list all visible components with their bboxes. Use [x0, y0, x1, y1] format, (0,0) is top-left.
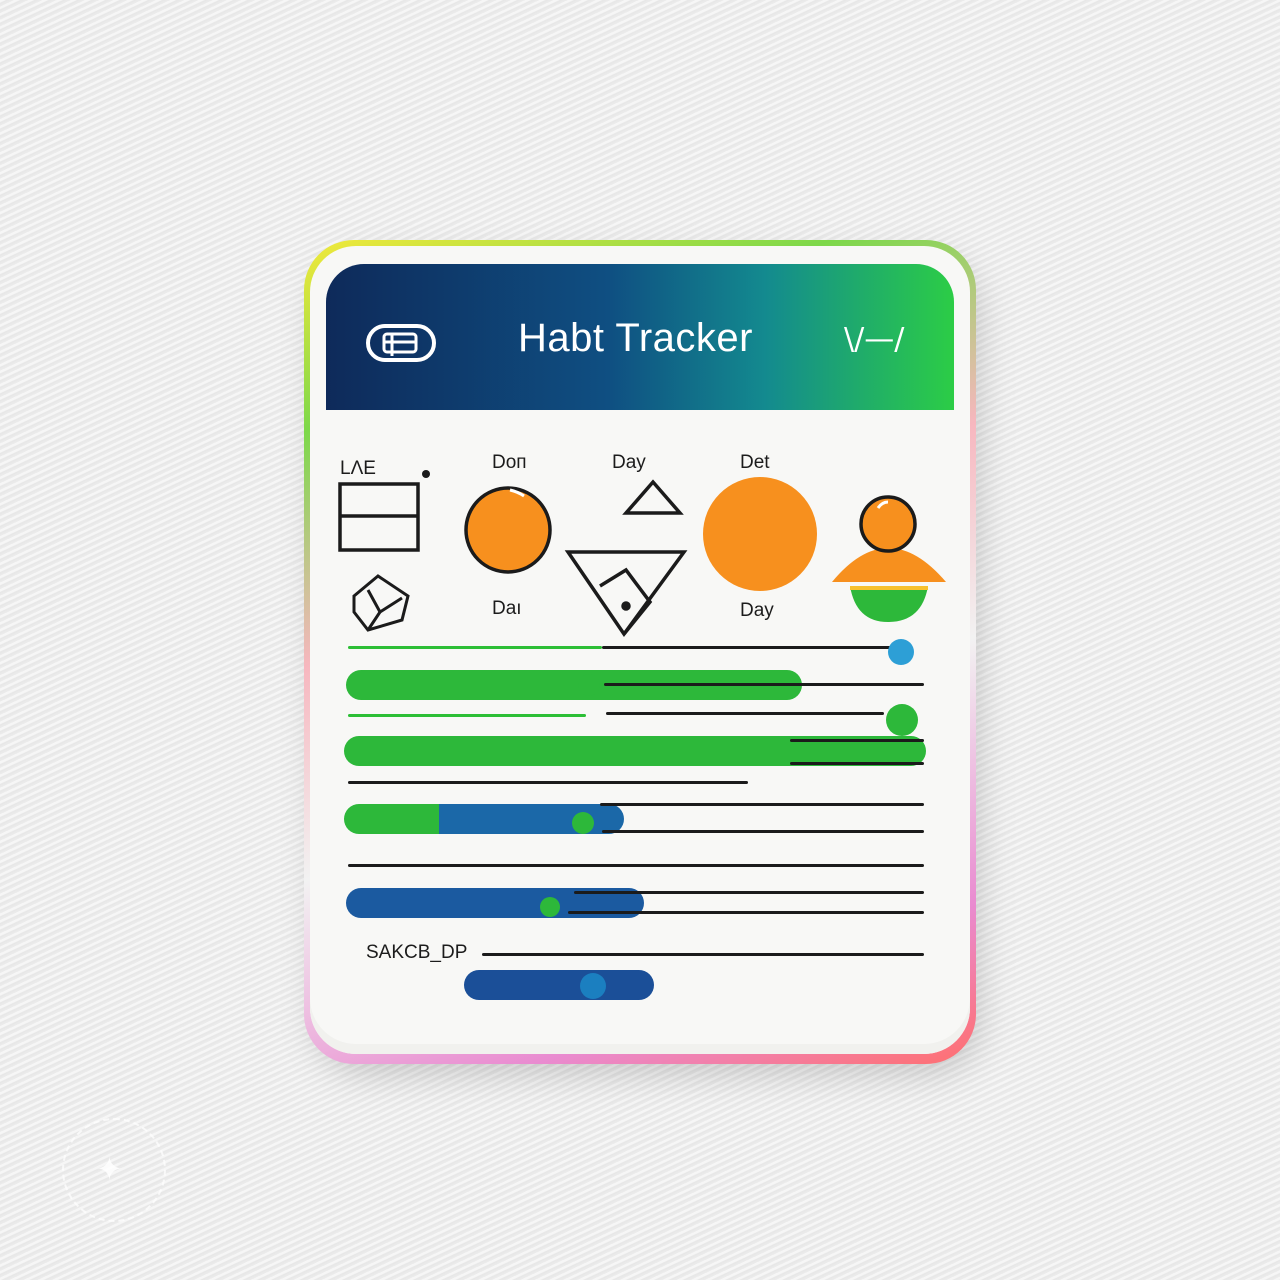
habit-bar-3-dot[interactable]	[540, 897, 560, 917]
habit-row-1-line	[606, 712, 884, 715]
funnel-icon[interactable]	[564, 550, 688, 638]
habit-row-1-underline	[348, 781, 748, 784]
habit-bar-2-line-bottom	[602, 830, 924, 833]
habit-bar-0-dot[interactable]	[578, 674, 600, 696]
habit-bar-1-line-top	[790, 739, 924, 742]
orange-sphere-icon[interactable]	[703, 477, 817, 591]
section-line	[482, 953, 924, 956]
habit-bar-3-line-top	[574, 891, 924, 894]
habit-row-2-divider	[348, 864, 924, 867]
habit-bar-2-line-top	[600, 803, 924, 806]
habit-row-0-dot[interactable]	[888, 639, 914, 665]
triangle-icon[interactable]	[622, 479, 684, 515]
habit-row-1-dot[interactable]	[886, 704, 918, 736]
watermark-star-icon: ✦	[96, 1150, 123, 1188]
habit-bar-1-line-bottom	[790, 762, 924, 765]
grid-box-icon[interactable]	[338, 482, 420, 552]
section-label: SAKCB_DP	[366, 942, 468, 963]
habit-bar-4-dot[interactable]	[580, 973, 606, 999]
small-dot-icon	[422, 470, 430, 478]
habit-tracker-card: Habt Tracker \/—/ LΛE Doп Daı Day Det Da…	[310, 246, 970, 1054]
cube-icon[interactable]	[352, 574, 410, 632]
orange-circle-icon[interactable]	[464, 486, 552, 574]
icon-row	[338, 470, 946, 638]
habit-bar-2-dot[interactable]	[572, 812, 594, 834]
habit-bar-4[interactable]	[464, 970, 654, 1000]
habit-row-0-line	[602, 646, 894, 649]
habit-bar-0-line	[604, 683, 924, 686]
habit-bar-3-line-bottom	[568, 911, 924, 914]
habit-row-1-progress-line	[348, 714, 586, 717]
habit-row-0-progress-line	[348, 646, 602, 649]
person-icon[interactable]	[832, 495, 946, 622]
